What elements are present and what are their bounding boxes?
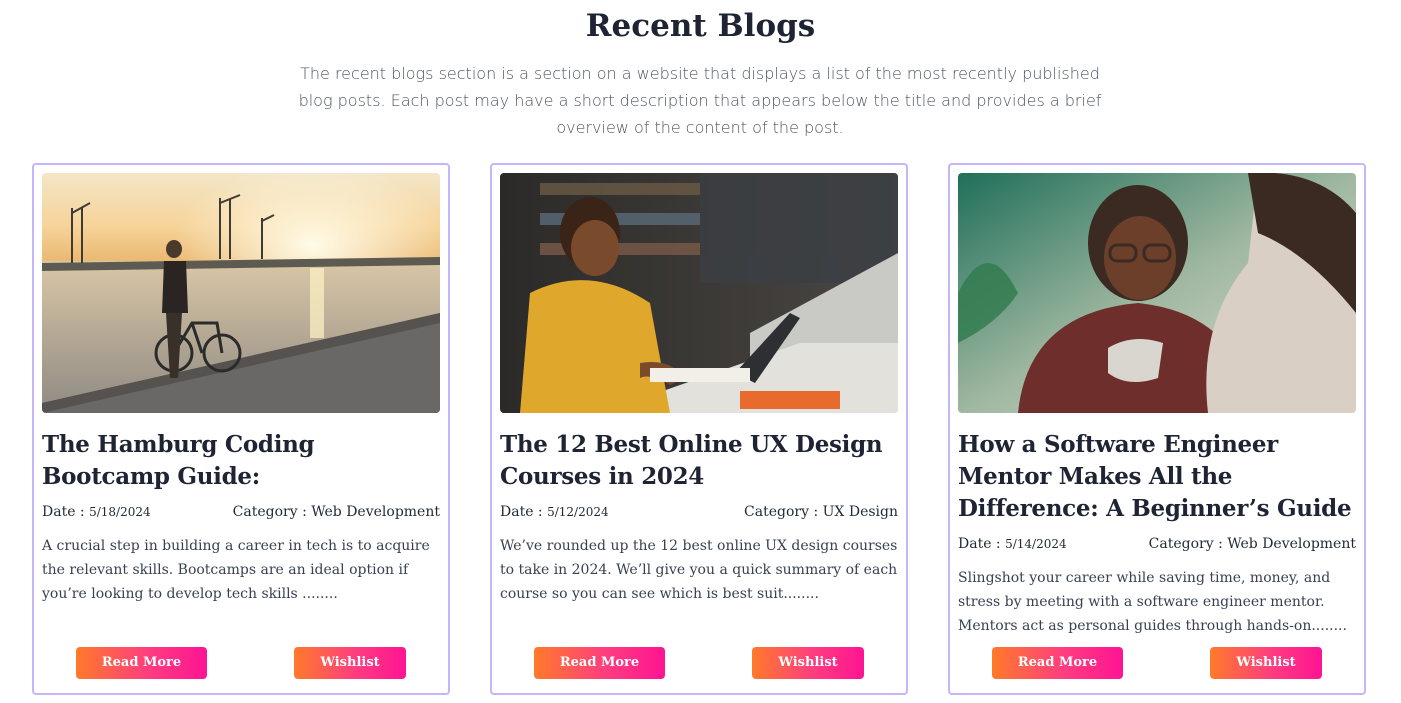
blog-image-library-student[interactable] (500, 173, 898, 413)
blog-meta: Date : 5/14/2024 Category : Web Developm… (958, 536, 1356, 558)
blog-category: Category : Web Development (233, 504, 440, 520)
date-value: 5/12/2024 (547, 505, 609, 519)
category-value: UX Design (822, 504, 898, 520)
read-more-button[interactable]: Read More (76, 647, 207, 679)
category-label: Category : (232, 504, 312, 520)
date-label: Date : (500, 504, 548, 520)
read-more-button[interactable]: Read More (534, 647, 665, 679)
blog-description: Slingshot your career while saving time,… (958, 570, 1347, 634)
blog-meta: Date : 5/18/2024 Category : Web Developm… (42, 504, 440, 526)
blog-card: How a Software Engineer Mentor Makes All… (948, 163, 1366, 695)
category-label: Category : (744, 504, 823, 520)
section-title: Recent Blogs (585, 8, 816, 44)
blog-date: Date : 5/14/2024 (958, 536, 1067, 552)
blog-card: The Hamburg Coding Bootcamp Guide: Date … (32, 163, 450, 695)
date-value: 5/14/2024 (1005, 537, 1067, 551)
blog-card: The 12 Best Online UX Design Courses in … (490, 163, 908, 695)
blog-description: We’ve rounded up the 12 best online UX d… (500, 538, 898, 602)
section-description: The recent blogs section is a section on… (298, 64, 1102, 137)
read-more-button[interactable]: Read More (992, 647, 1123, 679)
wishlist-button[interactable]: Wishlist (752, 647, 864, 679)
blog-image-hamburg-cyclist[interactable] (42, 173, 440, 413)
blog-title[interactable]: The Hamburg Coding Bootcamp Guide: (42, 429, 444, 493)
wishlist-button[interactable]: Wishlist (1210, 647, 1322, 679)
date-label: Date : (958, 536, 1006, 552)
blog-image-mentor-coffee[interactable] (958, 173, 1356, 413)
category-value: Web Development (311, 504, 440, 520)
blog-description: A crucial step in building a career in t… (42, 538, 430, 602)
wishlist-button[interactable]: Wishlist (294, 647, 406, 679)
blog-category: Category : UX Design (744, 504, 898, 520)
blog-date: Date : 5/12/2024 (500, 504, 609, 520)
date-value: 5/18/2024 (89, 505, 151, 519)
category-value: Web Development (1227, 536, 1356, 552)
blog-meta: Date : 5/12/2024 Category : UX Design (500, 504, 898, 526)
category-label: Category : (1148, 536, 1228, 552)
blog-category: Category : Web Development (1149, 536, 1356, 552)
blog-title[interactable]: How a Software Engineer Mentor Makes All… (958, 429, 1360, 525)
blog-date: Date : 5/18/2024 (42, 504, 151, 520)
blog-title[interactable]: The 12 Best Online UX Design Courses in … (500, 429, 902, 493)
date-label: Date : (42, 504, 90, 520)
